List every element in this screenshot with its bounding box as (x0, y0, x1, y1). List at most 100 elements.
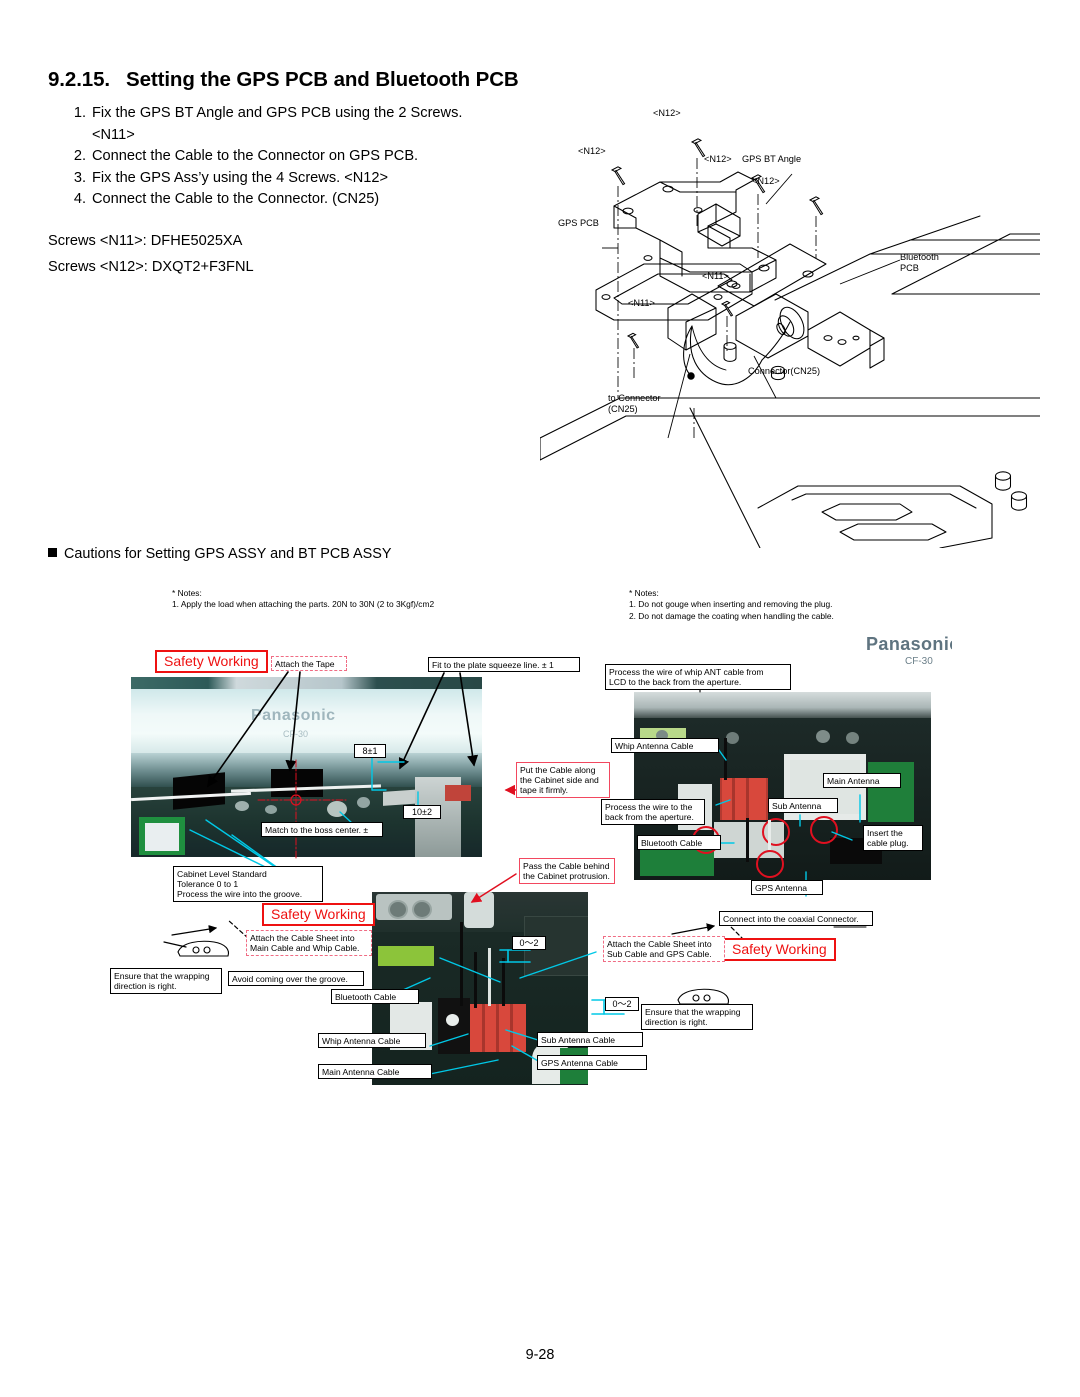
step-number: 3. (73, 169, 86, 186)
notes-right-title: * Notes: (629, 588, 659, 598)
step-number: 4. (73, 191, 86, 208)
connector-divider-c2 (496, 1004, 499, 1052)
photo-a-top-edge (131, 677, 482, 689)
pcb-white-label (145, 823, 179, 851)
boss-post (327, 801, 347, 817)
step-item: 2. Connect the Cable to the Connector on… (64, 146, 609, 168)
callout-match-boss-center: Match to the boss center. ± (261, 822, 383, 838)
cylinder-hinge (464, 892, 494, 928)
callout-bluetooth-cable-right: Bluetooth Cable (637, 835, 721, 851)
step-text: Connect the Cable to the Connector on GP… (92, 148, 419, 165)
screw-head-c (357, 797, 370, 808)
callout-cabinet-level-standard: Cabinet Level Standard Tolerance 0 to 1 … (173, 866, 323, 903)
device-brand-name: Panasonic (251, 707, 336, 724)
callout-process-whip-ant-cable: Process the wire of whip ANT cable from … (605, 664, 791, 690)
safety-working-badge-1: Safety Working (155, 650, 268, 673)
step-item: 4. Connect the Cable to the Connector. (… (64, 189, 609, 211)
safety-working-badge-2: Safety Working (262, 903, 375, 926)
step-text: Fix the GPS BT Angle and GPS PCB using t… (92, 105, 463, 121)
step-text: Connect the Cable to the Connector. (CN2… (92, 191, 380, 208)
step-number: 1. (73, 105, 86, 121)
callout-attach-the-tape: Attach the Tape (271, 656, 347, 672)
callout-dim-8: 8±1 (354, 744, 386, 759)
black-cable-c1 (460, 922, 463, 1006)
callout-ensure-wrapping-left: Ensure that the wrapping direction is ri… (110, 968, 222, 994)
callout-avoid-over-groove: Avoid coming over the groove. (228, 971, 364, 987)
screw-icon (690, 138, 706, 158)
callout-attach-sheet-sub-gps: Attach the Cable Sheet into Sub Cable an… (603, 936, 725, 962)
cautions-heading: Cautions for Setting GPS ASSY and BT PCB… (48, 546, 391, 562)
tape-piece-left (173, 772, 225, 810)
page-title: 9.2.15. Setting the GPS PCB and Bluetooth… (48, 68, 608, 92)
page-footer: 9-28 (525, 1347, 555, 1363)
tape-piece-mid (271, 769, 323, 797)
callout-put-cable-along-cabinet: Put the Cable along the Cabinet side and… (516, 762, 610, 799)
callout-insert-cable-plug: Insert the cable plug. (863, 825, 923, 851)
screw-head-b (265, 805, 277, 814)
screw-head-f (816, 730, 830, 743)
label-connector-cn25: Connector(CN25) (748, 366, 820, 376)
connector-divider-c3 (510, 1004, 513, 1052)
green-label-c (378, 946, 434, 966)
callout-whip-antenna-cable-center: Whip Antenna Cable (318, 1033, 426, 1049)
callout-process-wire-back: Process the wire to the back from the ap… (601, 799, 705, 825)
notes-left: * Notes: 1. Apply the load when attachin… (172, 588, 434, 611)
label-bluetooth-pcb: Bluetooth PCB (900, 252, 939, 273)
label-n11-upper: <N11> (702, 271, 729, 281)
black-cable-b1 (724, 738, 727, 780)
callout-main-antenna-cable-center: Main Antenna Cable (318, 1064, 432, 1080)
step-item: 3. Fix the GPS Ass’y using the 4 Screws.… (64, 168, 609, 190)
screw-icon (626, 332, 640, 349)
notes-right-item: 2. Do not damage the coating when handli… (629, 610, 834, 621)
screw-part-numbers: Screws <N11>: DFHE5025XA Screws <N12>: D… (48, 228, 254, 280)
callout-sub-antenna: Sub Antenna (768, 798, 838, 814)
notes-right-item: 1. Do not gouge when inserting and remov… (629, 599, 833, 610)
screw-head-e (726, 732, 739, 744)
screw-n12: Screws <N12>: DXQT2+F3FNL (48, 259, 254, 275)
section-title: Setting the GPS PCB and Bluetooth PCB (126, 68, 519, 91)
callout-connect-coaxial-connector: Connect into the coaxial Connector. (719, 911, 873, 927)
label-n12-top: <N12> (653, 108, 681, 118)
photo-b-top-edge (634, 692, 931, 718)
safety-working-badge-3: Safety Working (723, 938, 836, 961)
screw-icon (808, 196, 824, 216)
screw-n11: Screws <N11>: DFHE5025XA (48, 233, 243, 249)
screw-icon (720, 300, 734, 317)
step-number: 2. (73, 148, 86, 165)
callout-sub-antenna-cable-center: Sub Antenna Cable (537, 1032, 643, 1048)
screw-icon (610, 166, 626, 186)
red-connector-a (445, 785, 471, 801)
black-cable-b2 (746, 818, 749, 862)
callout-gps-antenna: GPS Antenna (751, 880, 823, 896)
notes-right: * Notes: 1. Do not gouge when inserting … (629, 588, 834, 622)
callout-dim-0-2-a: 0～2 (512, 936, 546, 951)
label-n12-right: <N12> (752, 176, 780, 186)
notes-left-item: 1. Apply the load when attaching the par… (172, 599, 435, 610)
black-cable-c2 (474, 952, 477, 1008)
marker-circle-gps (756, 850, 784, 878)
step-item: 1. Fix the GPS BT Angle and GPS PCB usin… (64, 103, 609, 125)
marker-circle-main (810, 816, 838, 844)
manual-page: 9.2.15. Setting the GPS PCB and Bluetooth… (0, 0, 1080, 1397)
screw-hole-c (446, 1014, 459, 1026)
callout-dim-10: 10±2 (403, 805, 441, 820)
callout-ensure-wrapping-right: Ensure that the wrapping direction is ri… (641, 1004, 753, 1030)
connector-divider-a (732, 778, 735, 820)
bullet-square-icon (48, 548, 57, 557)
label-gps-pcb: GPS PCB (558, 218, 599, 228)
exploded-diagram-svg (540, 138, 1040, 548)
notes-left-title: * Notes: (172, 588, 202, 598)
device-brand-name-right: Panasonic (866, 634, 952, 654)
screw-head-c1 (388, 900, 408, 919)
label-gps-bt-angle: GPS BT Angle (742, 154, 802, 164)
callout-bluetooth-cable-center: Bluetooth Cable (331, 989, 419, 1005)
label-n11-lower: <N11> (628, 298, 655, 308)
device-model-name: CF-30 (283, 729, 309, 739)
label-n12-mid: <N12> (704, 154, 732, 164)
step-text: Fix the GPS Ass’y using the 4 Screws. <N… (92, 169, 389, 186)
section-number: 9.2.15. (48, 68, 110, 91)
callout-main-antenna: Main Antenna (823, 773, 901, 789)
callout-dim-0-2-b: 0～2 (605, 997, 639, 1012)
callout-fit-plate-squeeze-line: Fit to the plate squeeze line. ± 1 (428, 657, 580, 673)
connector-divider-c1 (482, 1004, 485, 1052)
